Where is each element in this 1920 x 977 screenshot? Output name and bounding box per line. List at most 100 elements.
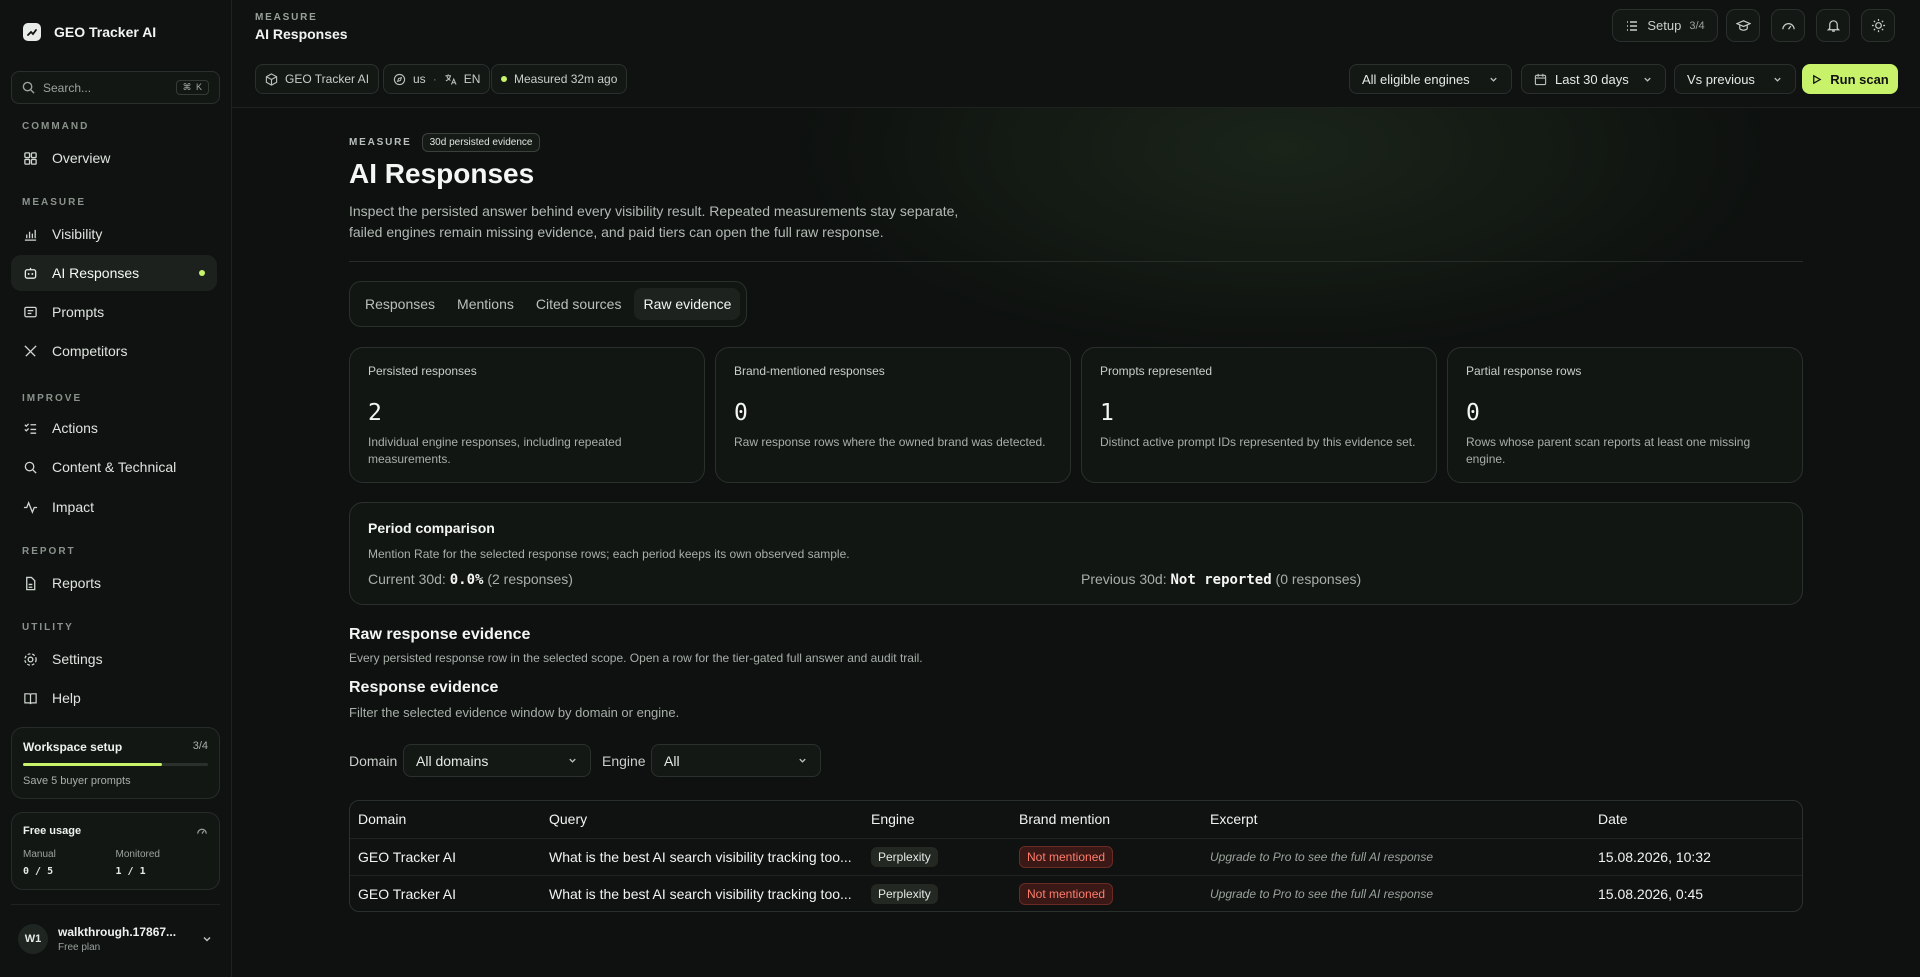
- sidebar-item-ai-responses[interactable]: AI Responses: [11, 255, 217, 291]
- chevron-down-icon: [201, 933, 213, 945]
- cell-excerpt: Upgrade to Pro to see the full AI respon…: [1210, 887, 1434, 901]
- tab-cited-sources[interactable]: Cited sources: [527, 288, 631, 320]
- engine-filter-select[interactable]: All eligible engines: [1349, 64, 1512, 94]
- user-name: walkthrough.17867...: [58, 925, 177, 939]
- free-usage-title: Free usage: [23, 825, 82, 837]
- book-icon: [23, 691, 38, 706]
- column-header-query[interactable]: Query: [549, 811, 587, 827]
- tab-bar: Responses Mentions Cited sources Raw evi…: [349, 281, 748, 327]
- stat-label: Persisted responses: [368, 364, 477, 378]
- setup-label: Setup: [1647, 18, 1682, 33]
- stat-note: Individual engine responses, including r…: [368, 435, 622, 466]
- sidebar-item-help[interactable]: Help: [11, 680, 217, 716]
- domain-filter-select[interactable]: All domains: [403, 744, 591, 777]
- raw-evidence-subtitle: Every persisted response row in the sele…: [349, 651, 923, 665]
- tab-raw-evidence[interactable]: Raw evidence: [634, 288, 741, 320]
- sidebar-item-settings[interactable]: Settings: [11, 641, 217, 677]
- theme-toggle-button[interactable]: [1861, 9, 1895, 42]
- gear-icon: [23, 652, 38, 667]
- cell-domain: GEO Tracker AI: [358, 849, 457, 865]
- setup-button[interactable]: Setup 3/4: [1612, 9, 1718, 42]
- measured-label: Measured 32m ago: [514, 72, 618, 86]
- brand[interactable]: GEO Tracker AI: [22, 22, 156, 42]
- sidebar-item-impact[interactable]: Impact: [11, 489, 217, 525]
- sidebar-item-label: Content & Technical: [52, 459, 177, 475]
- engine-filter-label: Engine: [602, 753, 646, 769]
- learn-button[interactable]: [1726, 9, 1760, 42]
- cube-icon: [265, 72, 278, 86]
- chevron-down-icon: [1642, 74, 1653, 85]
- sidebar-item-visibility[interactable]: Visibility: [11, 216, 217, 252]
- sidebar-item-reports[interactable]: Reports: [11, 565, 217, 601]
- sidebar-item-label: AI Responses: [52, 265, 140, 281]
- bar-chart-icon: [23, 227, 38, 242]
- stat-card-prompts: Prompts represented 1 Distinct active pr…: [1081, 347, 1437, 483]
- engine-badge: Perplexity: [871, 847, 938, 867]
- gauge-icon: [1781, 18, 1796, 33]
- bell-icon: [1826, 18, 1841, 33]
- search-icon: [22, 81, 35, 94]
- translate-icon: [444, 73, 457, 86]
- active-indicator: [199, 270, 205, 276]
- table-row[interactable]: GEO Tracker AI What is the best AI searc…: [350, 838, 1802, 875]
- tab-responses[interactable]: Responses: [356, 288, 444, 320]
- response-evidence-heading: Response evidence: [349, 679, 499, 696]
- sidebar-item-label: Overview: [52, 150, 111, 166]
- section-improve: IMPROVE: [22, 393, 83, 404]
- current-label: Current 30d:: [368, 571, 446, 587]
- date-range-select[interactable]: Last 30 days: [1521, 64, 1666, 94]
- language-label: EN: [463, 72, 481, 86]
- user-menu[interactable]: W1 walkthrough.17867... Free plan: [11, 918, 220, 960]
- column-header-domain[interactable]: Domain: [358, 811, 406, 827]
- sidebar-item-label: Settings: [52, 651, 103, 667]
- topbar: MEASURE AI Responses Setup 3/4 GEO Track…: [232, 0, 1920, 108]
- stat-card-partial: Partial response rows 0 Rows whose paren…: [1447, 347, 1803, 483]
- sidebar-item-prompts[interactable]: Prompts: [11, 294, 217, 330]
- monitored-value: 1 / 1: [115, 866, 146, 877]
- usage-button[interactable]: [1771, 9, 1805, 42]
- stat-card-persisted: Persisted responses 2 Individual engine …: [349, 347, 705, 483]
- stat-note: Distinct active prompt IDs represented b…: [1100, 435, 1416, 449]
- sidebar-item-label: Reports: [52, 575, 102, 591]
- stat-label: Partial response rows: [1466, 364, 1582, 378]
- user-plan: Free plan: [58, 942, 101, 953]
- current-value: 0.0%: [449, 572, 484, 588]
- run-scan-label: Run scan: [1830, 71, 1889, 87]
- stat-card-brand-mentioned: Brand-mentioned responses 0 Raw response…: [715, 347, 1071, 483]
- run-scan-button[interactable]: Run scan: [1802, 64, 1898, 94]
- column-header-engine[interactable]: Engine: [871, 811, 915, 827]
- search-doc-icon: [23, 460, 38, 475]
- engine-filter-value: All: [664, 752, 680, 769]
- workspace-setup-title: Workspace setup: [23, 740, 123, 754]
- section-utility: UTILITY: [22, 622, 74, 633]
- chevron-down-icon: [1488, 74, 1499, 85]
- sidebar-item-actions[interactable]: Actions: [11, 410, 217, 446]
- project-chip[interactable]: GEO Tracker AI: [255, 64, 380, 94]
- list-icon: [1625, 19, 1639, 33]
- column-header-brand-mention[interactable]: Brand mention: [1019, 811, 1110, 827]
- compare-select[interactable]: Vs previous: [1674, 64, 1796, 94]
- locale-chip[interactable]: us · EN: [383, 64, 491, 94]
- swords-icon: [23, 344, 38, 359]
- manual-label: Manual: [23, 849, 56, 860]
- sun-icon: [1871, 18, 1886, 33]
- tab-mentions[interactable]: Mentions: [448, 288, 523, 320]
- page-eyebrow: MEASURE 30d persisted evidence: [349, 133, 541, 152]
- previous-value: Not reported: [1170, 572, 1272, 588]
- search-input[interactable]: Search... ⌘ K: [11, 71, 220, 104]
- workspace-setup-card[interactable]: Workspace setup 3/4 Save 5 buyer prompts: [11, 727, 220, 799]
- sidebar-item-content-technical[interactable]: Content & Technical: [11, 449, 217, 485]
- column-header-excerpt[interactable]: Excerpt: [1210, 811, 1257, 827]
- page-section-label: MEASURE: [349, 137, 412, 148]
- section-measure: MEASURE: [22, 197, 87, 208]
- cell-excerpt: Upgrade to Pro to see the full AI respon…: [1210, 850, 1434, 864]
- sidebar-item-overview[interactable]: Overview: [11, 140, 217, 176]
- sidebar-item-competitors[interactable]: Competitors: [11, 333, 217, 369]
- sidebar-item-label: Actions: [52, 420, 98, 436]
- engine-filter-select-table[interactable]: All: [651, 744, 821, 777]
- table-row[interactable]: GEO Tracker AI What is the best AI searc…: [350, 875, 1802, 911]
- date-range-value: Last 30 days: [1555, 71, 1629, 87]
- notifications-button[interactable]: [1816, 9, 1850, 42]
- column-header-date[interactable]: Date: [1598, 811, 1628, 827]
- stat-note: Raw response rows where the owned brand …: [734, 435, 1046, 449]
